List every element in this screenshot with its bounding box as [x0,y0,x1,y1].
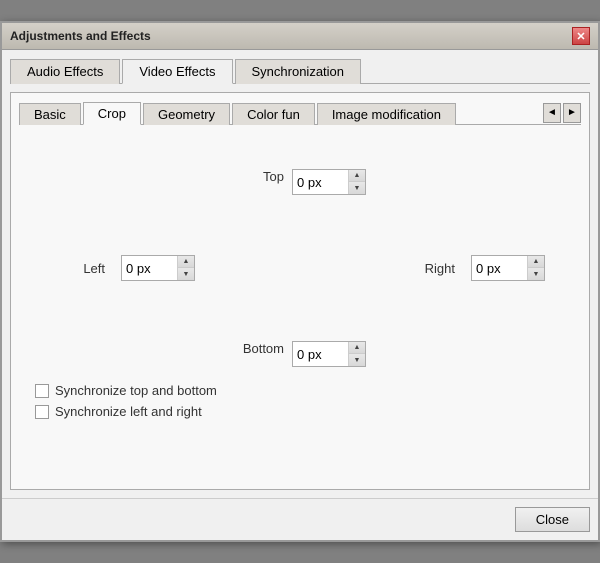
sync-lr-checkbox[interactable] [35,405,49,419]
bottom-spin-up[interactable]: ▲ [349,342,365,354]
left-field: Left ▲ ▼ [55,255,195,281]
bottom-label: Bottom [234,341,284,367]
right-spin-up[interactable]: ▲ [528,256,544,268]
middle-field-row: Left ▲ ▼ Right [35,255,565,281]
sync-tb-checkbox[interactable] [35,384,49,398]
left-spin-up[interactable]: ▲ [178,256,194,268]
bottom-spin-buttons: ▲ ▼ [348,342,365,366]
sub-tab-image-modification[interactable]: Image modification [317,103,456,125]
sync-lr-label: Synchronize left and right [55,404,202,419]
left-spin-buttons: ▲ ▼ [177,256,194,280]
sub-tab-next-button[interactable]: ► [563,103,581,123]
bottom-input[interactable] [293,342,348,366]
bottom-spin-down[interactable]: ▼ [349,354,365,366]
right-spinbox: ▲ ▼ [471,255,545,281]
sync-tb-row: Synchronize top and bottom [35,383,565,398]
left-spinbox: ▲ ▼ [121,255,195,281]
adjustments-dialog: Adjustments and Effects ✕ Audio Effects … [0,21,600,542]
top-spin-up[interactable]: ▲ [349,170,365,182]
right-input[interactable] [472,256,527,280]
top-spin-down[interactable]: ▼ [349,182,365,194]
dialog-title: Adjustments and Effects [10,29,151,43]
top-spinbox: ▲ ▼ [292,169,366,195]
crop-content: Top ▲ ▼ Left [19,141,581,481]
close-button[interactable]: Close [515,507,590,532]
top-spin-buttons: ▲ ▼ [348,170,365,194]
left-label: Left [55,261,105,276]
right-field: Right ▲ ▼ [405,255,545,281]
tab-video-effects[interactable]: Video Effects [122,59,232,84]
tab-audio-effects[interactable]: Audio Effects [10,59,120,84]
sub-tab-crop[interactable]: Crop [83,102,141,125]
top-label: Top [234,169,284,195]
sync-lr-row: Synchronize left and right [35,404,565,419]
bottom-spinbox: ▲ ▼ [292,341,366,367]
left-spin-down[interactable]: ▼ [178,268,194,280]
right-spin-buttons: ▲ ▼ [527,256,544,280]
top-input[interactable] [293,170,348,194]
bottom-field-row: Bottom ▲ ▼ [35,341,565,367]
window-close-button[interactable]: ✕ [572,27,590,45]
sub-tab-prev-button[interactable]: ◄ [543,103,561,123]
top-field-row: Top ▲ ▼ [35,169,565,195]
sub-tab-basic[interactable]: Basic [19,103,81,125]
dialog-footer: Close [2,498,598,540]
checkbox-area: Synchronize top and bottom Synchronize l… [35,383,565,419]
left-input[interactable] [122,256,177,280]
right-label: Right [405,261,455,276]
tab-synchronization[interactable]: Synchronization [235,59,362,84]
sync-tb-label: Synchronize top and bottom [55,383,217,398]
sub-tabs: Basic Crop Geometry Color fun Image modi… [19,101,581,125]
title-bar: Adjustments and Effects ✕ [2,23,598,50]
dialog-body: Audio Effects Video Effects Synchronizat… [2,50,598,498]
sub-tab-color-fun[interactable]: Color fun [232,103,315,125]
sub-tab-geometry[interactable]: Geometry [143,103,230,125]
right-spin-down[interactable]: ▼ [528,268,544,280]
content-area: Basic Crop Geometry Color fun Image modi… [10,92,590,490]
sub-tab-nav: ◄ ► [543,103,581,123]
main-tabs: Audio Effects Video Effects Synchronizat… [10,58,590,84]
